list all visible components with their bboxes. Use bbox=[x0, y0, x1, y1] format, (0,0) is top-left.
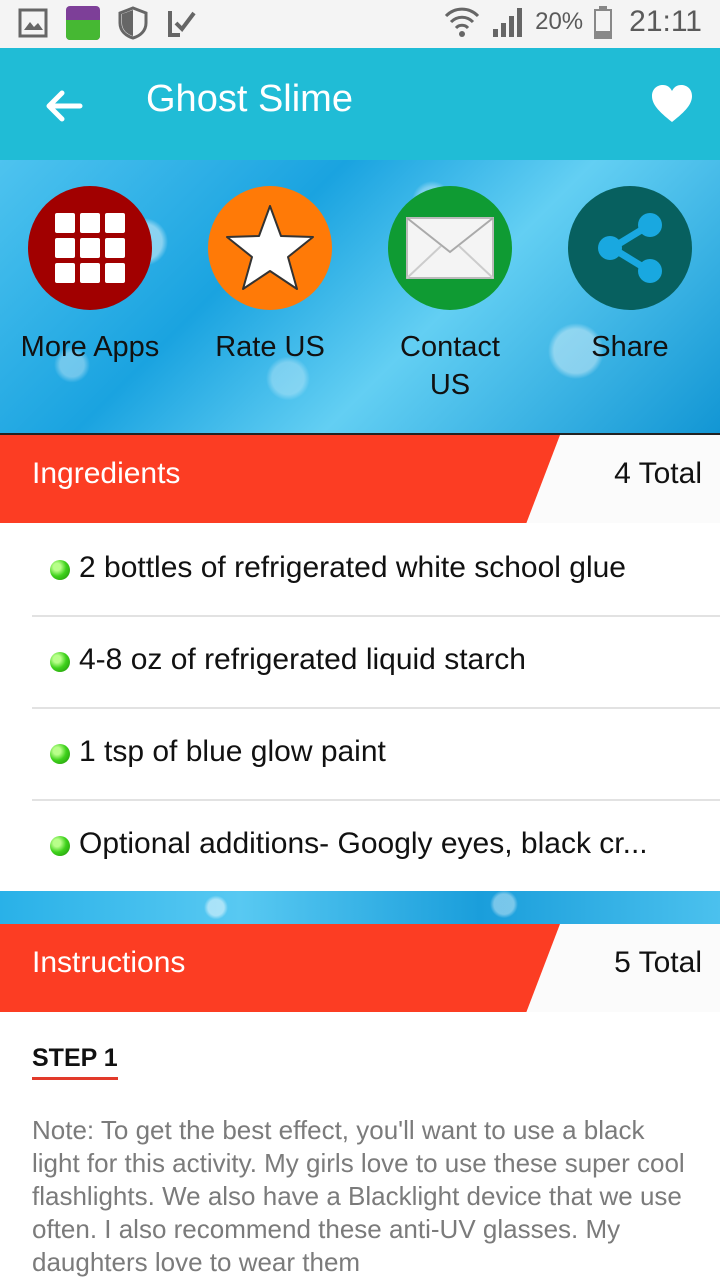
share-label: Share bbox=[591, 331, 669, 363]
contact-us-label: Contact US bbox=[400, 331, 500, 401]
grid-icon bbox=[28, 186, 152, 310]
step-label: STEP 1 bbox=[32, 1044, 118, 1080]
share-icon bbox=[568, 186, 692, 310]
list-item: Optional additions- Googly eyes, black c… bbox=[32, 799, 720, 891]
mail-icon bbox=[388, 186, 512, 310]
checklist-icon bbox=[168, 11, 196, 37]
app-toolbar: Ghost Slime bbox=[0, 48, 720, 160]
ingredients-total: 4 Total bbox=[614, 457, 702, 490]
list-item: 2 bottles of refrigerated white school g… bbox=[32, 523, 720, 617]
shield-icon bbox=[118, 6, 148, 40]
status-bar: 20% 21:11 bbox=[0, 0, 720, 48]
clock: 21:11 bbox=[629, 5, 702, 38]
instructions-total: 5 Total bbox=[614, 946, 702, 979]
instructions-header: Instructions 5 Total bbox=[0, 924, 720, 1012]
ingredients-title: Ingredients bbox=[32, 457, 181, 490]
favorite-heart-icon[interactable] bbox=[650, 82, 694, 126]
gallery-icon bbox=[18, 8, 48, 38]
green-bullet-icon bbox=[50, 560, 70, 580]
step-text: Note: To get the best effect, you'll wan… bbox=[32, 1115, 685, 1277]
instructions-body: STEP 1 Note: To get the best effect, you… bbox=[0, 1012, 720, 1280]
more-apps-button[interactable]: More Apps bbox=[0, 186, 180, 366]
battery-percent: 20% bbox=[535, 8, 584, 35]
rate-us-label: Rate US bbox=[215, 331, 325, 363]
ingredients-header: Ingredients 4 Total bbox=[0, 435, 720, 523]
wifi-icon bbox=[445, 7, 480, 37]
share-button[interactable]: Share bbox=[540, 186, 720, 366]
signal-icon bbox=[493, 8, 523, 37]
header-banner: More Apps Rate US Contact US Share bbox=[0, 160, 720, 435]
list-item: 4-8 oz of refrigerated liquid starch bbox=[32, 615, 720, 709]
green-bullet-icon bbox=[50, 836, 70, 856]
green-bullet-icon bbox=[50, 652, 70, 672]
contact-us-button[interactable]: Contact US bbox=[360, 186, 540, 404]
battery-icon bbox=[594, 6, 613, 39]
back-arrow-icon[interactable] bbox=[40, 82, 88, 130]
page-title: Ghost Slime bbox=[146, 78, 353, 120]
list-item: 1 tsp of blue glow paint bbox=[32, 707, 720, 801]
more-apps-label: More Apps bbox=[20, 331, 160, 363]
slime-app-icon bbox=[66, 6, 100, 40]
rate-us-button[interactable]: Rate US bbox=[180, 186, 360, 366]
ingredients-list: 2 bottles of refrigerated white school g… bbox=[0, 523, 720, 891]
instructions-title: Instructions bbox=[32, 946, 186, 979]
green-bullet-icon bbox=[50, 744, 70, 764]
ingredient-text: Optional additions- Googly eyes, black c… bbox=[79, 827, 648, 860]
decorative-strip bbox=[0, 891, 720, 924]
ingredient-text: 1 tsp of blue glow paint bbox=[79, 735, 386, 768]
ingredient-text: 2 bottles of refrigerated white school g… bbox=[79, 551, 626, 584]
ingredient-text: 4-8 oz of refrigerated liquid starch bbox=[79, 643, 526, 676]
star-icon bbox=[208, 186, 332, 310]
